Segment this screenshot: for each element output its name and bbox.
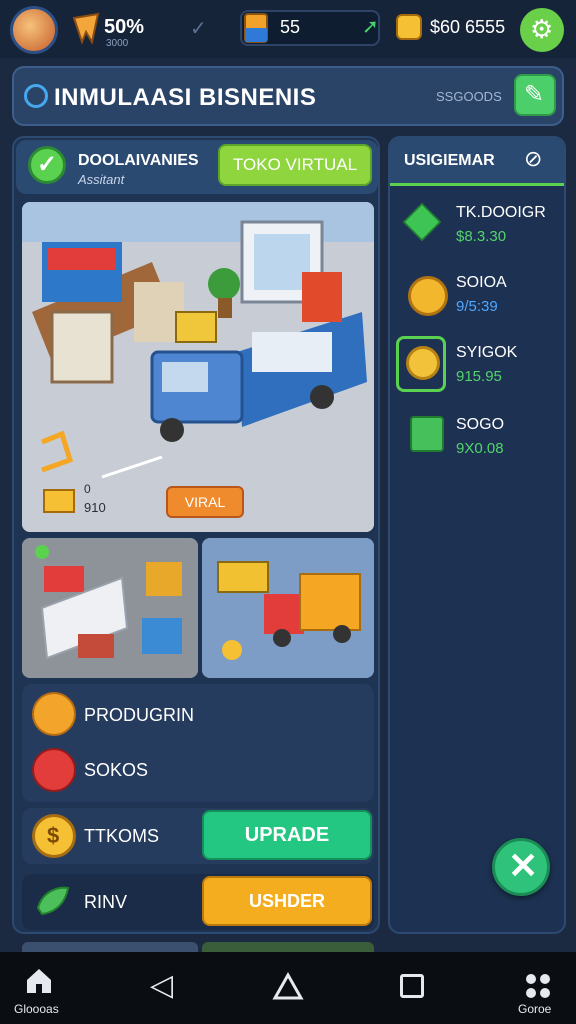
store-shelves-thumbnail[interactable] <box>22 538 198 678</box>
coins-icon <box>408 276 448 316</box>
list-item-products[interactable]: PRODUGRIN <box>84 705 194 726</box>
shelves-illustration <box>22 538 198 678</box>
nav-more-label: Goroe <box>518 1002 552 1016</box>
side-panel <box>388 136 566 934</box>
edit-icon[interactable]: ⊘ <box>524 146 542 172</box>
settings-button[interactable]: ⚙ <box>520 8 564 52</box>
viral-tag-button[interactable]: VIRAL <box>166 486 244 518</box>
grid-icon[interactable] <box>524 972 552 1000</box>
store-scene-illustration <box>22 202 374 532</box>
toko-virtual-button[interactable]: TOKO VIRTUAL <box>218 144 372 186</box>
side-item-value: 9X0.08 <box>456 440 504 457</box>
list-item-stocks[interactable]: SOKOS <box>84 760 148 781</box>
mission-title: DOOLAIVANIES <box>78 152 199 169</box>
gem-box-icon <box>244 13 268 43</box>
arrow-right-icon[interactable]: ➚ <box>362 14 379 39</box>
mission-check-icon: ✓ <box>28 146 66 184</box>
logo-icon <box>24 84 48 108</box>
nav-home-label: Gloooas <box>14 1002 59 1016</box>
back-icon[interactable]: ◁ <box>150 968 173 1003</box>
coin-stack-icon <box>406 346 440 380</box>
buy-row-label: RINV <box>84 892 128 912</box>
player-avatar[interactable] <box>10 6 58 54</box>
dollar-coin-icon: $ <box>32 814 76 858</box>
mission-subtitle: Assitant <box>78 172 125 187</box>
leaf-icon <box>36 886 70 916</box>
check-icon: ✓ <box>190 18 207 40</box>
gear-icon: ⚙ <box>530 14 554 44</box>
delivery-truck-thumbnail[interactable] <box>202 538 374 678</box>
basket-icon <box>410 416 444 452</box>
store-scene-image[interactable] <box>22 202 374 532</box>
energy-subtext: 3000 <box>106 38 129 49</box>
upgrade-button[interactable]: UPRADE <box>202 810 372 860</box>
energy-shield-icon <box>72 12 100 45</box>
home-icon[interactable] <box>24 966 54 996</box>
side-item-name[interactable]: SYIGOK <box>456 344 517 362</box>
side-item-name[interactable]: SOIOA <box>456 274 507 292</box>
side-item-name[interactable]: TK.DOOIGR <box>456 204 546 222</box>
close-icon: ✕ <box>508 845 539 886</box>
scene-coin-label: 0 <box>84 482 91 496</box>
truck-illustration <box>202 538 374 678</box>
side-item-name[interactable]: SOGO <box>456 416 504 434</box>
gem-value: 55 <box>280 17 301 37</box>
side-item-value: 915.95 <box>456 368 502 385</box>
buy-button[interactable]: USHDER <box>202 876 372 926</box>
side-panel-title: USIGIEMAR <box>404 152 495 169</box>
coin-icon <box>396 14 422 40</box>
side-item-value: 9/5:39 <box>456 298 498 315</box>
header-stat: SSGOODS <box>436 89 502 104</box>
chat-icon: ✎ <box>524 81 545 108</box>
header-action-button[interactable]: ✎ <box>514 74 556 116</box>
game-title: INMULAASI BISNENIS <box>54 84 317 111</box>
side-item-value: $8.3.30 <box>456 228 507 245</box>
home-triangle-icon[interactable] <box>272 970 304 1002</box>
box-icon <box>32 748 76 792</box>
scene-coin-value: 910 <box>84 500 106 515</box>
upgrade-row-label: TTKOMS <box>84 826 159 846</box>
category-list <box>22 684 374 802</box>
tag-icon <box>32 692 76 736</box>
close-button[interactable]: ✕ <box>492 838 550 896</box>
coin-value: $60 6555 <box>430 17 506 37</box>
energy-value: 50% <box>104 16 145 38</box>
recent-apps-icon[interactable] <box>400 974 424 998</box>
